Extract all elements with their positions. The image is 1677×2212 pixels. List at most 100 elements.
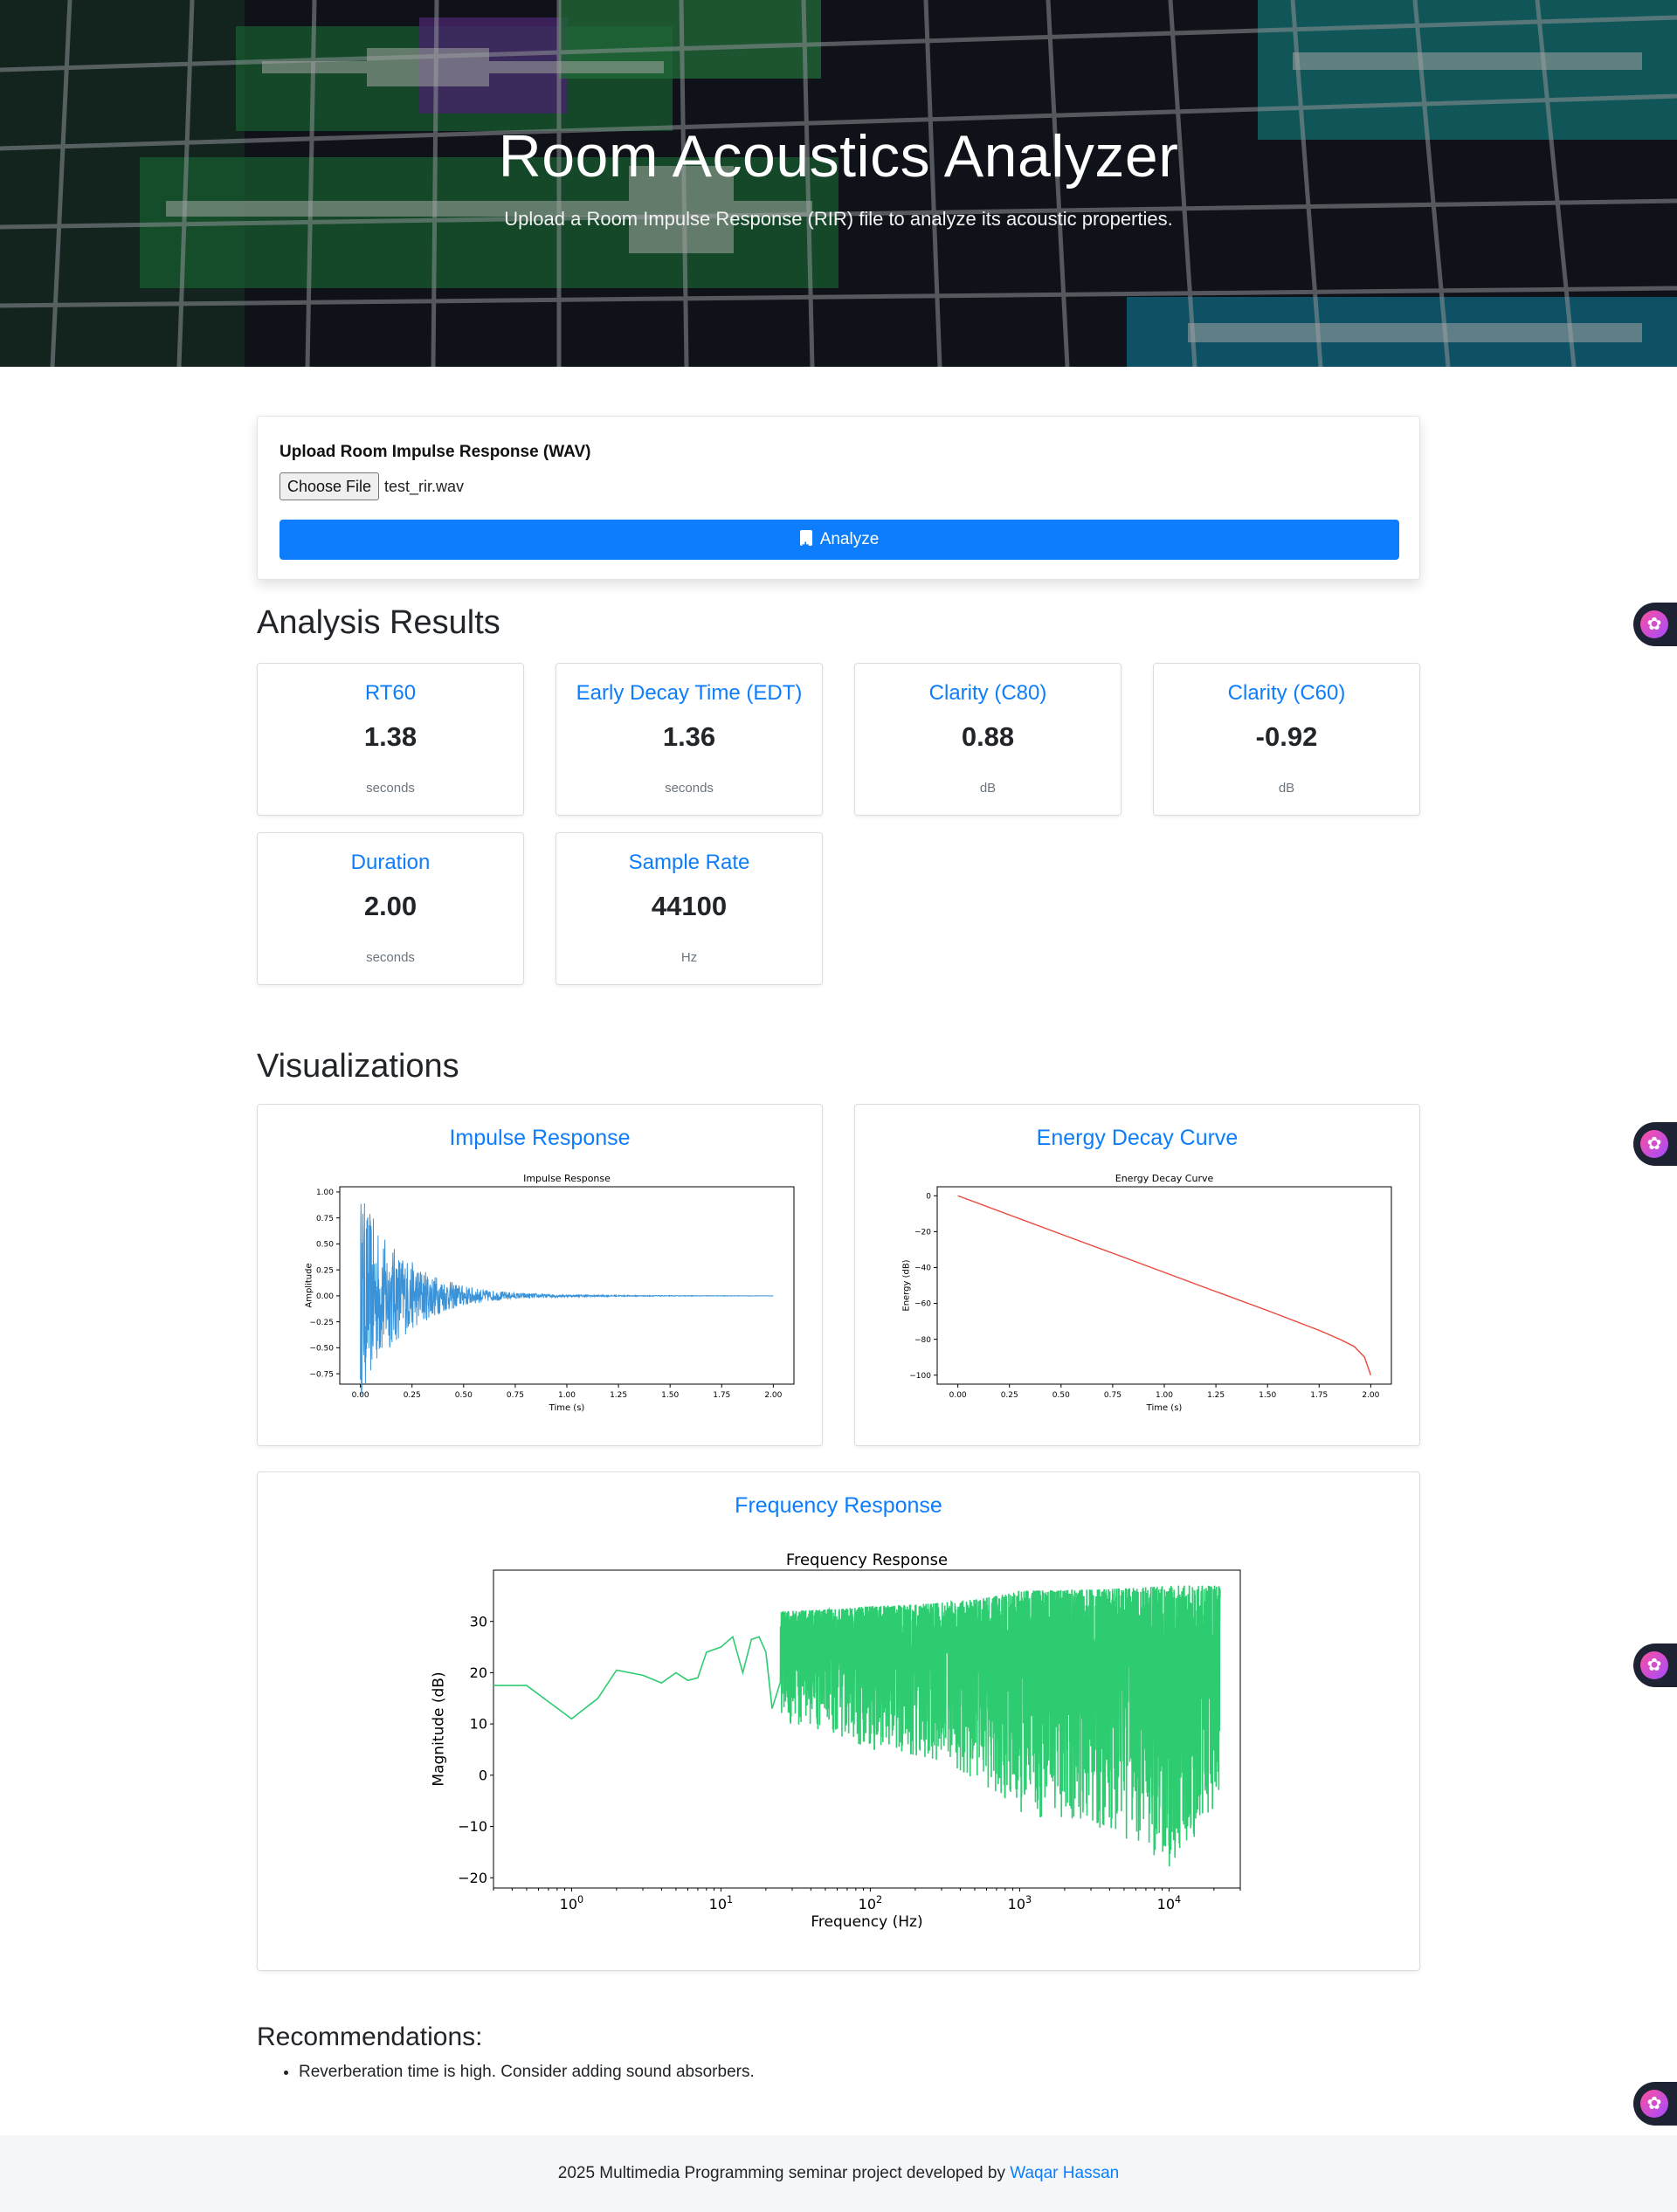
metric-value: -0.92 — [1255, 721, 1318, 752]
metric-title: Sample Rate — [628, 851, 750, 874]
brain-icon: ✿ — [1640, 1130, 1668, 1158]
edc-series-line — [957, 1195, 1372, 1375]
metric-title: Duration — [350, 851, 431, 874]
footer-text: 2025 Multimedia Programming seminar proj… — [557, 2164, 1011, 2182]
x-tick-label: 0.75 — [507, 1391, 524, 1400]
x-tick-label: 0.50 — [455, 1391, 473, 1400]
analyze-button-label: Analyze — [819, 530, 880, 548]
metric-value: 1.38 — [363, 721, 418, 752]
author-link[interactable]: Waqar Hassan — [1010, 2164, 1119, 2182]
chart-title: Impulse Response — [523, 1173, 611, 1184]
x-tick-label: 1.50 — [1259, 1391, 1276, 1400]
recommendations-list: Reverberation time is high. Consider add… — [299, 2063, 755, 2082]
y-tick-label: −0.25 — [309, 1319, 334, 1327]
list-item: Reverberation time is high. Consider add… — [299, 2063, 755, 2082]
y-tick-label: −20 — [914, 1229, 931, 1237]
metric-unit: seconds — [665, 781, 714, 796]
impulse-response-card: Impulse Response Impulse Response 0.00 0.2… — [257, 1104, 823, 1446]
y-tick-label: −80 — [914, 1336, 931, 1345]
metric-title: Early Decay Time (EDT) — [576, 681, 803, 705]
x-tick-label: 1.25 — [1207, 1391, 1225, 1400]
y-tick-label: 0.50 — [316, 1241, 334, 1250]
y-tick-label: 0 — [479, 1767, 487, 1783]
brain-icon: ✿ — [1640, 2090, 1668, 2118]
brain-icon: ✿ — [1640, 610, 1668, 638]
frequency-response-chart: Frequency Response100 101 102 103 1043020100… — [430, 1551, 1241, 1931]
metric-value: 44100 — [651, 891, 728, 921]
side-widget-button[interactable]: ✿ — [1633, 1122, 1677, 1166]
y-tick-label: 30 — [470, 1613, 487, 1630]
y-tick-label: 10 — [470, 1716, 487, 1733]
visualizations-heading: Visualizations — [257, 1048, 459, 1085]
metric-card-rt60: RT60 1.38 seconds — [257, 663, 524, 816]
y-tick-label: −0.75 — [309, 1370, 334, 1379]
metric-card-duration: Duration 2.00 seconds — [257, 832, 524, 985]
footer: 2025 Multimedia Programming seminar proj… — [0, 2135, 1677, 2212]
metric-title: Clarity (C80) — [928, 681, 1047, 705]
y-tick-label: 20 — [470, 1664, 487, 1681]
impulse-series-line — [360, 1202, 774, 1395]
y-axis-label: Magnitude (dB) — [430, 1671, 447, 1786]
page-subtitle: Upload a Room Impulse Response (RIR) fil… — [504, 208, 1173, 230]
side-widget-button[interactable]: ✿ — [1633, 1643, 1677, 1687]
metric-value: 1.36 — [662, 721, 716, 752]
recommendations-heading: Recommendations: — [257, 2022, 483, 2051]
y-tick-label: 0.00 — [316, 1292, 334, 1301]
metric-unit: dB — [1278, 781, 1295, 796]
x-tick-label: 0.25 — [404, 1391, 421, 1400]
metric-value: 0.88 — [961, 721, 1015, 752]
y-tick-label: 0.25 — [316, 1266, 334, 1275]
page-title: Room Acoustics Analyzer — [498, 123, 1179, 190]
x-tick-label: 0.50 — [1052, 1391, 1070, 1400]
metric-unit: dB — [979, 781, 997, 796]
plot-frame — [936, 1186, 1392, 1385]
y-tick-label: −10 — [458, 1818, 487, 1835]
y-axis-label: Energy (dB) — [902, 1259, 912, 1311]
x-tick-label: 2.00 — [1362, 1391, 1379, 1400]
hero-banner: Room Acoustics Analyzer Upload a Room Im… — [0, 0, 1677, 367]
upload-card: Upload Room Impulse Response (WAV) Choos… — [257, 416, 1420, 580]
x-tick-label: 1.25 — [610, 1391, 627, 1400]
chart-title: Energy Decay Curve — [1115, 1173, 1214, 1184]
card-title: Impulse Response — [449, 1126, 631, 1150]
metric-unit: seconds — [366, 781, 415, 796]
y-tick-label: −100 — [909, 1372, 931, 1381]
metric-card-c80: Clarity (C80) 0.88 dB — [854, 663, 1121, 816]
impulse-response-chart: Impulse Response 0.00 0.25 0.50 0.75 1.00 1.25… — [305, 1173, 795, 1413]
x-tick-label: 100 — [560, 1894, 583, 1912]
metric-title: Clarity (C60) — [1227, 681, 1346, 705]
y-tick-label: 0 — [926, 1192, 931, 1201]
y-axis-label: Amplitude — [305, 1263, 314, 1307]
y-tick-label: 1.00 — [316, 1189, 334, 1197]
x-tick-label: 0.75 — [1104, 1391, 1121, 1400]
side-widget-button[interactable]: ✿ — [1633, 603, 1677, 646]
file-plus-icon — [799, 526, 812, 566]
x-tick-label: 104 — [1157, 1894, 1181, 1912]
x-tick-label: 0.00 — [949, 1391, 967, 1400]
upload-label: Upload Room Impulse Response (WAV) — [280, 443, 591, 461]
metric-value: 2.00 — [363, 891, 418, 921]
x-tick-label: 0.00 — [352, 1391, 369, 1400]
x-tick-label: 101 — [709, 1894, 733, 1912]
x-tick-label: 0.25 — [1001, 1391, 1018, 1400]
y-tick-label: 0.75 — [316, 1215, 334, 1223]
x-tick-label: 2.00 — [764, 1391, 782, 1400]
x-tick-label: 1.75 — [713, 1391, 730, 1400]
choose-file-button[interactable]: Choose File — [280, 472, 380, 500]
y-tick-label: −60 — [914, 1300, 931, 1309]
x-tick-label: 1.50 — [661, 1391, 679, 1400]
x-axis-label: Time (s) — [1146, 1403, 1183, 1413]
x-tick-label: 1.00 — [558, 1391, 576, 1400]
metric-unit: Hz — [680, 950, 698, 965]
metric-card-edt: Early Decay Time (EDT) 1.36 seconds — [556, 663, 823, 816]
energy-decay-chart: Energy Decay Curve 0.00 0.25 0.50 0.75 1.00 1.… — [902, 1173, 1392, 1413]
metric-card-c60: Clarity (C60) -0.92 dB — [1153, 663, 1420, 816]
x-axis-label: Frequency (Hz) — [811, 1913, 922, 1931]
side-widget-button[interactable]: ✿ — [1633, 2082, 1677, 2126]
x-tick-label: 1.00 — [1156, 1391, 1173, 1400]
y-tick-label: −0.50 — [309, 1345, 334, 1354]
x-tick-label: 103 — [1008, 1894, 1032, 1912]
brain-icon: ✿ — [1640, 1651, 1668, 1679]
analyze-button[interactable]: Analyze — [280, 520, 1399, 566]
x-axis-label: Time (s) — [549, 1403, 585, 1413]
